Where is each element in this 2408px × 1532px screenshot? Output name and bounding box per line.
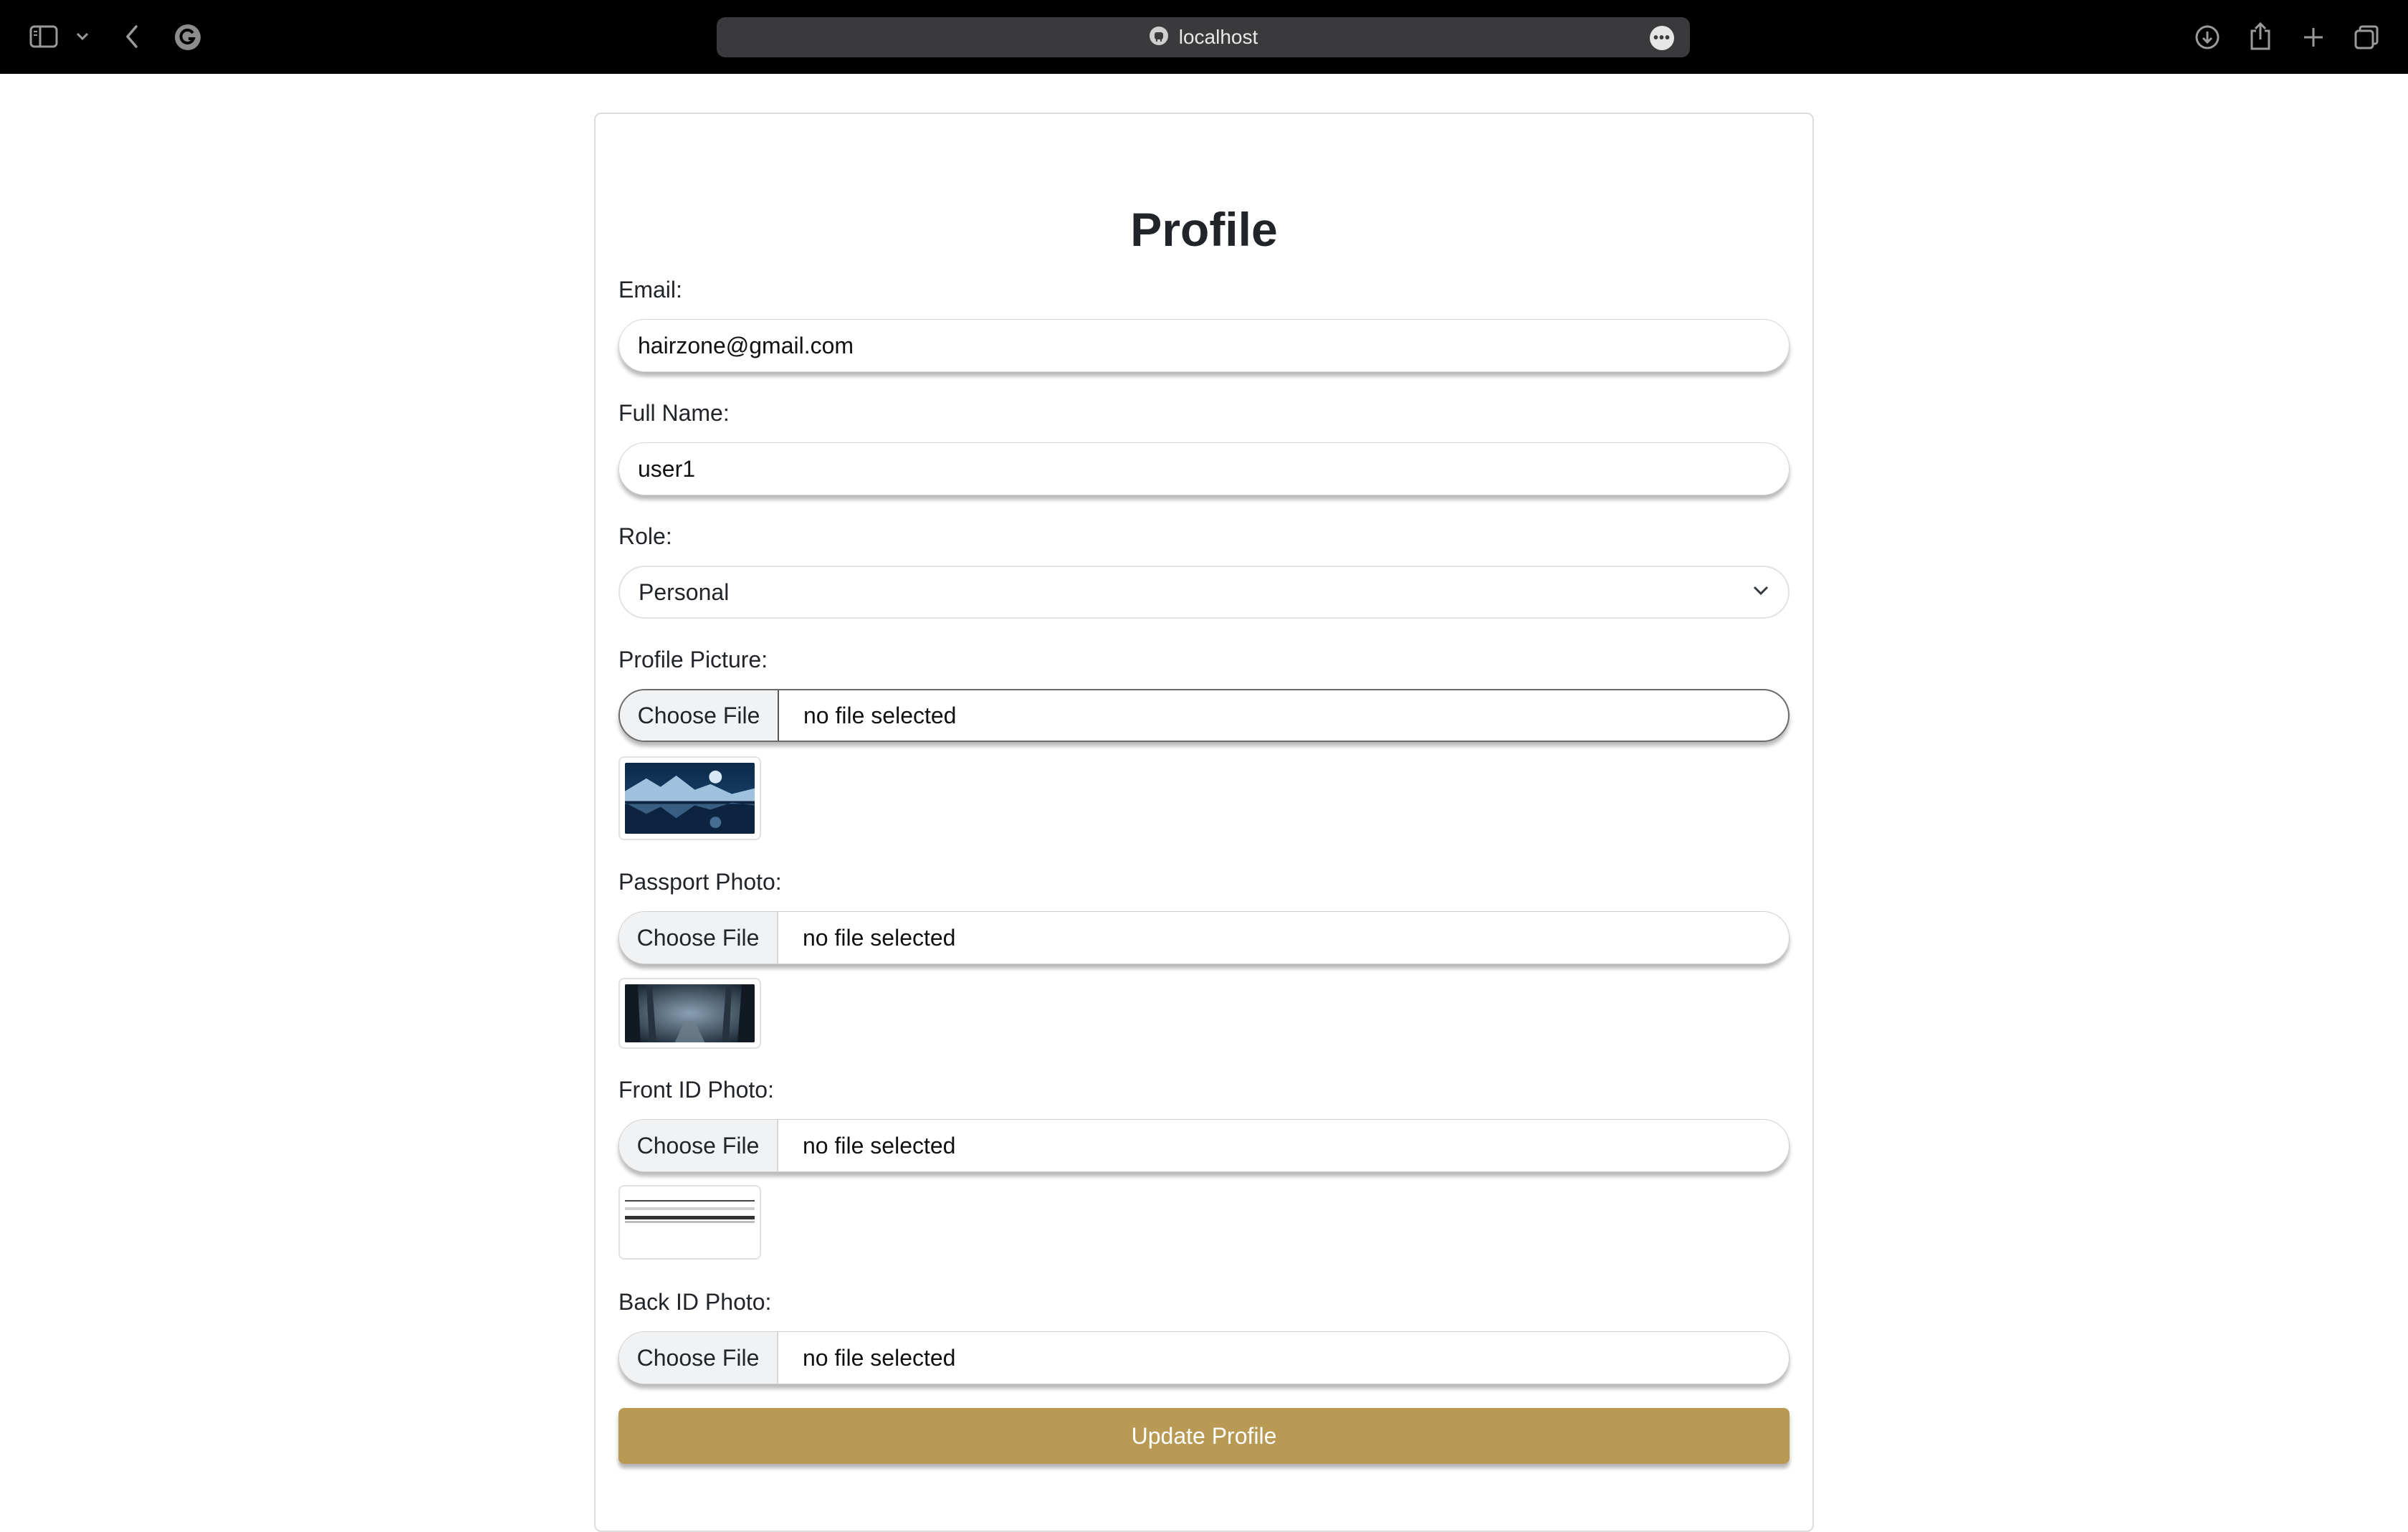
- sidebar-icon[interactable]: [29, 23, 59, 50]
- more-icon[interactable]: •••: [1650, 26, 1674, 50]
- choose-file-button[interactable]: Choose File: [620, 690, 779, 741]
- front-id-preview: [618, 1185, 761, 1260]
- share-icon[interactable]: [2246, 20, 2275, 52]
- download-icon[interactable]: [2193, 23, 2222, 52]
- back-id-label: Back ID Photo:: [618, 1289, 772, 1315]
- file-status: no file selected: [803, 1344, 956, 1371]
- address-bar[interactable]: localhost •••: [717, 17, 1690, 57]
- file-status: no file selected: [803, 702, 957, 728]
- passport-photo-preview: [618, 978, 761, 1049]
- front-id-input[interactable]: Choose File no file selected: [618, 1119, 1790, 1172]
- profile-picture-label: Profile Picture:: [618, 647, 768, 672]
- choose-file-button[interactable]: Choose File: [619, 1120, 778, 1171]
- fullname-value: user1: [638, 455, 696, 482]
- choose-file-button[interactable]: Choose File: [619, 1332, 778, 1384]
- profile-picture-preview: [618, 756, 761, 840]
- forest-thumbnail: [625, 984, 755, 1042]
- fullname-label: Full Name:: [618, 400, 730, 426]
- role-value: Personal: [639, 579, 730, 605]
- id-card-thumbnail: [625, 1191, 755, 1253]
- profile-picture-input[interactable]: Choose File no file selected: [618, 689, 1790, 742]
- file-status: no file selected: [803, 924, 956, 951]
- address-text: localhost: [1178, 26, 1258, 48]
- grammarly-icon[interactable]: [173, 23, 202, 52]
- choose-file-button[interactable]: Choose File: [619, 912, 778, 964]
- front-id-label: Front ID Photo:: [618, 1077, 774, 1103]
- chevron-down-icon[interactable]: [73, 27, 92, 46]
- file-status: no file selected: [803, 1132, 956, 1158]
- passport-photo-input[interactable]: Choose File no file selected: [618, 911, 1790, 964]
- update-profile-button[interactable]: Update Profile: [618, 1408, 1790, 1464]
- role-select[interactable]: Personal: [618, 566, 1790, 619]
- moon-lake-thumbnail: [625, 763, 755, 834]
- role-label: Role:: [618, 523, 672, 549]
- chevron-down-icon: [1752, 585, 1769, 600]
- back-icon[interactable]: [120, 22, 143, 52]
- fullname-field[interactable]: user1: [618, 442, 1790, 495]
- browser-toolbar: localhost •••: [0, 0, 2408, 74]
- email-label: Email:: [618, 277, 682, 303]
- back-id-input[interactable]: Choose File no file selected: [618, 1331, 1790, 1384]
- site-icon: [1149, 26, 1169, 49]
- page-title: Profile: [1130, 203, 1278, 256]
- passport-photo-label: Passport Photo:: [618, 869, 782, 895]
- email-field[interactable]: hairzone@gmail.com: [618, 319, 1790, 372]
- email-value: hairzone@gmail.com: [638, 332, 854, 358]
- tabs-icon[interactable]: [2352, 23, 2381, 52]
- plus-icon[interactable]: [2299, 23, 2328, 52]
